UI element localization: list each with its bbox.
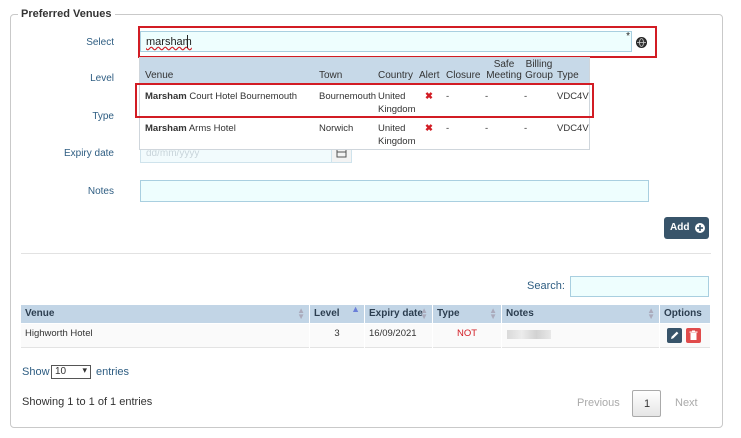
cell-level: 3 [310,324,364,348]
column-header-type[interactable]: Type ▲ ▼ [433,305,501,323]
option-billing-group: - [524,123,528,134]
section-divider [21,253,711,254]
sort-icon: ▲ ▼ [420,306,428,321]
notes-input[interactable] [140,180,649,202]
select-highlight-box [138,26,657,58]
column-header-expiry-date[interactable]: Expiry date ▲ ▼ [365,305,432,323]
sort-icon: ▲ ▼ [297,306,305,321]
entries-per-page-value: 10 [55,366,67,377]
add-button-label: Add [670,222,690,233]
dropdown-header-billing-group: Billing Group [525,59,553,81]
sort-asc-icon: ▲ [351,304,360,314]
cell-expiry-date: 16/09/2021 [365,324,432,348]
pagination-previous[interactable]: Previous [577,397,620,409]
pagination-next[interactable]: Next [675,397,698,409]
dropdown-header: Venue Town Country Alert Closure Safe Me… [140,58,589,84]
option-town: Norwich [319,123,354,134]
option-highlight-box [135,83,594,118]
sort-icon: ▲ ▼ [489,306,497,321]
cell-venue: Highworth Hotel [21,324,309,348]
cell-options [660,324,710,348]
pagination-page-1-label: 1 [644,398,651,410]
notes-label: Notes [87,186,114,197]
dropdown-header-town: Town [319,70,343,81]
cell-notes [502,324,659,348]
dropdown-option[interactable]: Marsham Arms Hotel Norwich United Kingdo… [140,121,589,149]
dropdown-header-closure: Closure [446,70,481,81]
entries-label: entries [96,366,130,378]
dropdown-header-safe-meeting: Safe Meeting [486,59,522,81]
option-type: VDC4V [557,123,589,134]
edit-pencil-icon[interactable] [667,328,682,343]
option-country: United Kingdom [378,123,416,147]
column-header-options: Options [660,305,710,323]
select-label: Select [86,37,114,48]
pagination-page-1[interactable]: 1 [632,390,661,417]
entries-per-page-select[interactable]: 10 ▾ [51,365,91,379]
sort-icon: ▲ ▼ [647,306,655,321]
chevron-down-icon: ▾ [82,365,87,375]
column-header-venue[interactable]: Venue ▲ ▼ [21,305,309,323]
fieldset-legend: Preferred Venues [18,8,115,20]
alert-x-icon: ✖ [425,123,433,134]
column-header-notes[interactable]: Notes ▲ ▼ [502,305,659,323]
add-button[interactable]: Add [664,217,709,239]
dropdown-header-country: Country [378,70,414,81]
option-venue: Marsham Arms Hotel [145,123,236,134]
level-label: Level [90,73,114,84]
type-label: Type [92,111,114,122]
table-search-label: Search: [527,280,565,292]
dropdown-header-alert: Alert [419,70,440,81]
cell-type: NOT [433,324,501,348]
column-header-level[interactable]: Level ▲ [310,305,364,323]
plus-circle-icon [695,223,705,233]
delete-trash-icon[interactable] [686,328,701,343]
table-info: Showing 1 to 1 of 1 entries [22,396,153,408]
option-safe-meeting: - [485,123,489,134]
dropdown-header-type: Type [557,70,579,81]
redacted-notes [507,330,551,339]
option-closure: - [446,123,450,134]
dropdown-header-venue: Venue [145,70,174,81]
table-search-input[interactable] [570,276,709,297]
expiry-date-label: Expiry date [63,148,114,159]
show-label: Show [22,366,50,378]
